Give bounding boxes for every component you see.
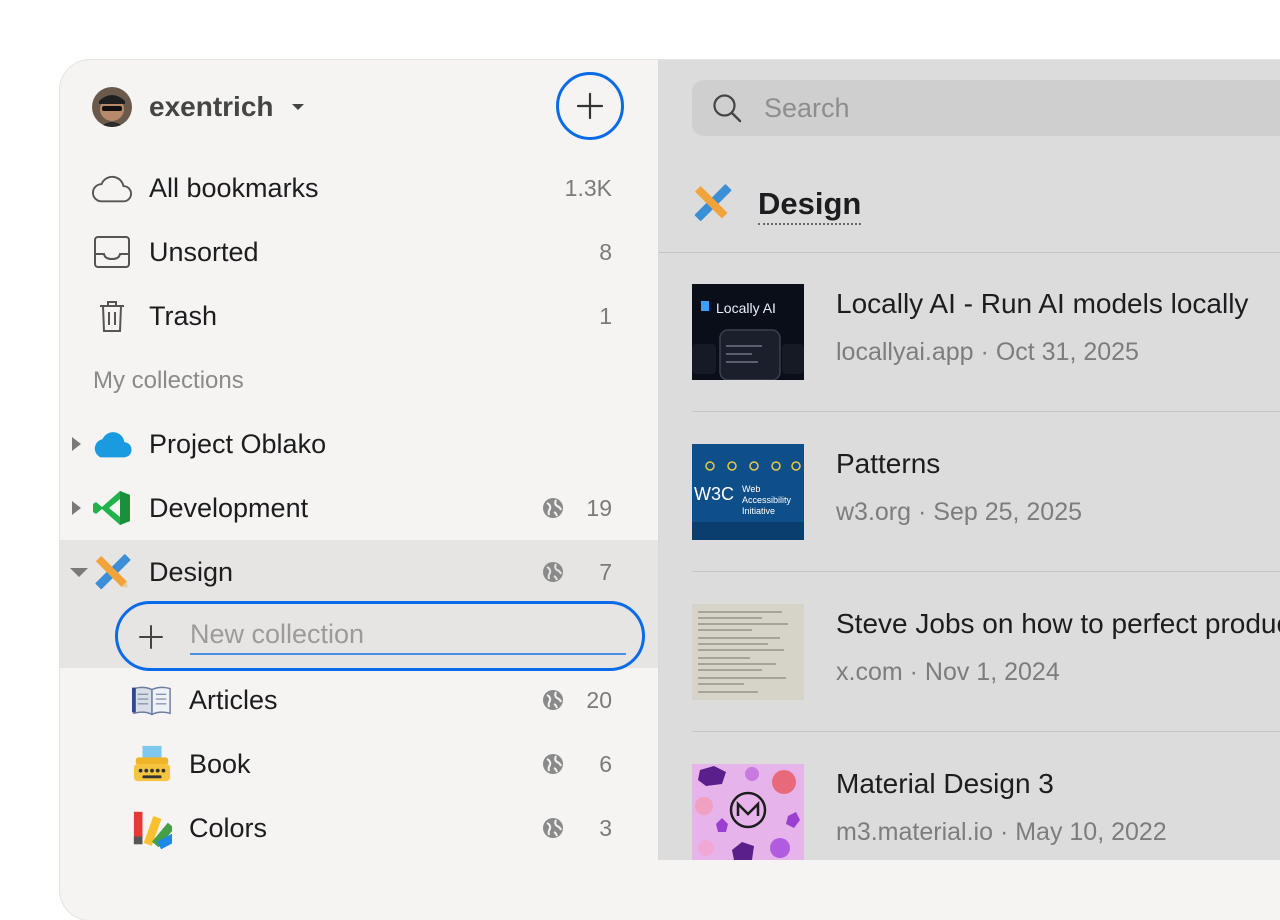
collapse-arrow-icon[interactable] [70, 568, 88, 577]
chevron-down-icon [291, 104, 304, 110]
sidebar-item-design[interactable]: Design 7 [60, 540, 658, 604]
bookmark-thumbnail [692, 764, 804, 860]
bookmark-meta: locallyai.app · Oct 31, 2025 [836, 338, 1139, 366]
divider [659, 252, 1280, 253]
color-swatches-icon [132, 808, 172, 849]
item-count: 3 [599, 814, 612, 841]
new-collection-row [60, 601, 658, 671]
inbox-icon [92, 232, 132, 272]
globe-icon [543, 690, 563, 710]
sidebar-item-book[interactable]: Book 6 [60, 732, 658, 796]
thumbnail-text: Web Accessibility Initiative [742, 484, 792, 516]
globe-icon [543, 818, 563, 838]
sidebar-item-label: Design [149, 556, 234, 587]
thumbnail-text: Locally AI [716, 300, 776, 316]
bookmark-domain: m3.material.io [836, 818, 993, 846]
design-tools-icon [92, 552, 132, 592]
bookmark-item[interactable]: Steve Jobs on how to perfect products x.… [692, 604, 1280, 700]
divider [692, 411, 1280, 412]
item-count: 1 [599, 302, 612, 329]
sidebar: exentrich All bookmarks 1.3K Unsorted 8 [60, 60, 659, 860]
bookmark-item[interactable]: W3C Web Accessibility Initiative Pattern… [692, 444, 1280, 540]
plus-icon [139, 625, 163, 649]
item-count: 6 [599, 750, 612, 777]
new-collection-field[interactable] [115, 601, 645, 671]
item-count: 1.3K [564, 174, 612, 201]
bookmark-date: Oct 31, 2025 [995, 338, 1139, 366]
bookmark-thumbnail: W3C Web Accessibility Initiative [692, 444, 804, 540]
sidebar-item-label: Trash [149, 300, 218, 331]
svg-text:W3C: W3C [694, 484, 734, 504]
sidebar-item-label: All bookmarks [149, 172, 319, 203]
bookmark-thumbnail [692, 604, 804, 700]
app-window: exentrich All bookmarks 1.3K Unsorted 8 [60, 60, 1280, 920]
user-name: exentrich [149, 91, 274, 122]
divider [692, 571, 1280, 572]
globe-icon [543, 562, 563, 582]
bookmark-meta: x.com · Nov 1, 2024 [836, 658, 1060, 686]
bookmark-date: Sep 25, 2025 [933, 498, 1083, 526]
collections-heading: My collections [93, 367, 244, 394]
bookmark-meta: w3.org · Sep 25, 2025 [836, 498, 1083, 526]
sidebar-item-unsorted[interactable]: Unsorted 8 [60, 220, 658, 284]
search-bar[interactable] [692, 80, 1280, 136]
bookmark-thumbnail: Locally AI [692, 284, 804, 380]
sidebar-item-articles[interactable]: Articles 20 [60, 668, 658, 732]
bookmark-date: Nov 1, 2024 [924, 658, 1060, 686]
item-count: 7 [599, 558, 612, 585]
collection-title[interactable]: Design [758, 185, 862, 225]
cloud-icon [92, 424, 132, 464]
user-menu[interactable]: exentrich [92, 87, 304, 127]
item-count: 19 [586, 494, 612, 521]
search-icon [713, 94, 742, 123]
sidebar-item-trash[interactable]: Trash 1 [60, 284, 658, 348]
globe-icon [543, 498, 563, 518]
bookmark-title: Patterns [836, 448, 941, 479]
bookmark-domain: w3.org [836, 498, 912, 526]
plus-icon [576, 92, 604, 120]
bookmark-domain: locallyai.app [836, 338, 974, 366]
expand-arrow-icon[interactable] [72, 437, 81, 451]
main-panel: Design Locally AI Locally AI - Run AI mo… [659, 60, 1280, 860]
avatar [92, 87, 132, 127]
sidebar-item-label: Articles [189, 684, 278, 715]
bookmark-title: Steve Jobs on how to perfect products [836, 608, 1280, 639]
sidebar-item-label: Book [189, 748, 251, 779]
code-editor-icon [92, 488, 132, 528]
bookmark-title: Material Design 3 [836, 768, 1054, 799]
globe-icon [543, 754, 563, 774]
expand-arrow-icon[interactable] [72, 501, 81, 515]
cloud-icon [92, 168, 132, 208]
sidebar-item-label: Project Oblako [149, 428, 327, 459]
bookmark-title: Locally AI - Run AI models locally [836, 288, 1249, 319]
bookmark-meta: m3.material.io · May 10, 2022 [836, 818, 1167, 846]
sidebar-item-label: Colors [189, 812, 268, 843]
divider [692, 731, 1280, 732]
sidebar-item-development[interactable]: Development 19 [60, 476, 658, 540]
bookmark-item[interactable]: Locally AI Locally AI - Run AI models lo… [692, 284, 1280, 380]
bookmark-item[interactable]: Material Design 3 m3.material.io · May 1… [692, 764, 1280, 860]
typewriter-icon [132, 744, 172, 784]
new-collection-input[interactable] [190, 615, 626, 655]
design-tools-icon [691, 182, 733, 229]
book-open-icon [132, 680, 172, 720]
item-count: 8 [599, 238, 612, 265]
add-button[interactable] [556, 72, 624, 140]
sidebar-item-project-oblako[interactable]: Project Oblako [60, 412, 658, 476]
sidebar-item-all-bookmarks[interactable]: All bookmarks 1.3K [60, 156, 658, 220]
trash-icon [92, 296, 132, 336]
item-count: 20 [586, 686, 612, 713]
bookmark-domain: x.com [836, 658, 903, 686]
bookmark-date: May 10, 2022 [1015, 818, 1167, 846]
sidebar-item-label: Development [149, 492, 309, 523]
collection-header: Design [691, 182, 862, 229]
sidebar-item-colors[interactable]: Colors 3 [60, 796, 658, 860]
sidebar-item-label: Unsorted [149, 236, 259, 267]
search-input[interactable] [764, 90, 1280, 126]
